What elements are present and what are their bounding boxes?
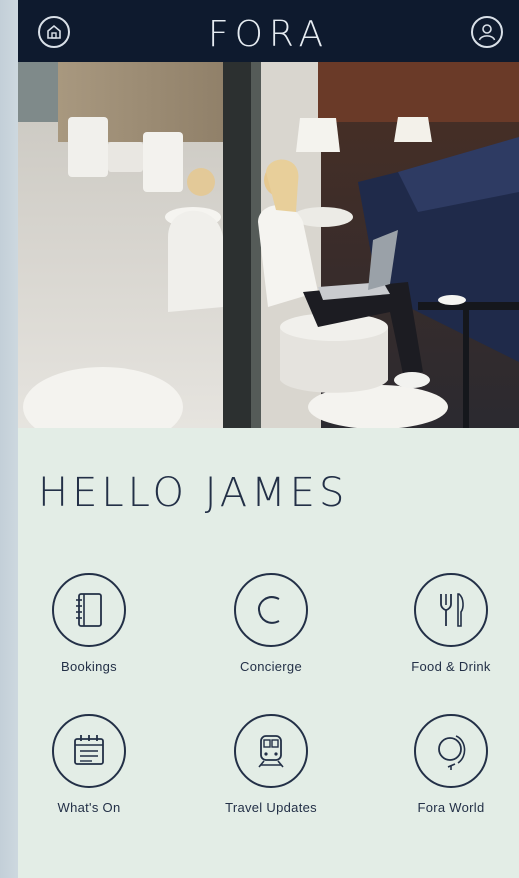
menu-food-drink[interactable]: Food & Drink xyxy=(386,573,516,674)
menu-label: Concierge xyxy=(240,659,302,674)
concierge-c-icon xyxy=(257,596,280,624)
brand-logo[interactable]: FORA xyxy=(18,14,519,55)
menu-label: Fora World xyxy=(417,800,485,815)
concierge-icon-ring xyxy=(234,573,308,647)
menu-label: What's On xyxy=(57,800,121,815)
top-navigation-bar: FORA xyxy=(18,0,519,62)
bookings-icon-ring xyxy=(52,573,126,647)
menu-label: Bookings xyxy=(61,659,117,674)
greeting-heading: HELLO JAMES xyxy=(38,470,349,516)
globe-icon xyxy=(438,735,466,770)
account-icon xyxy=(478,24,496,41)
menu-bookings[interactable]: Bookings xyxy=(24,573,154,674)
menu-whats-on[interactable]: What's On xyxy=(24,714,154,815)
train-icon xyxy=(258,735,284,768)
food-drink-icon-ring xyxy=(414,573,488,647)
hero-photo xyxy=(18,62,519,428)
whats-on-icon-ring xyxy=(52,714,126,788)
menu-label: Food & Drink xyxy=(411,659,491,674)
account-button[interactable] xyxy=(471,16,503,48)
hero-image xyxy=(18,62,519,428)
calendar-icon xyxy=(74,735,104,765)
fork-knife-icon xyxy=(440,593,464,627)
travel-updates-icon-ring xyxy=(234,714,308,788)
menu-concierge[interactable]: Concierge xyxy=(206,573,336,674)
fora-world-icon-ring xyxy=(414,714,488,788)
side-panel-edge xyxy=(0,0,18,878)
menu-travel-updates[interactable]: Travel Updates xyxy=(206,714,336,815)
notebook-icon xyxy=(76,593,102,627)
menu-fora-world[interactable]: Fora World xyxy=(386,714,516,815)
app-screen: FORA HELLO JAMES Bookings Concierge Food… xyxy=(18,0,519,878)
menu-label: Travel Updates xyxy=(225,800,317,815)
